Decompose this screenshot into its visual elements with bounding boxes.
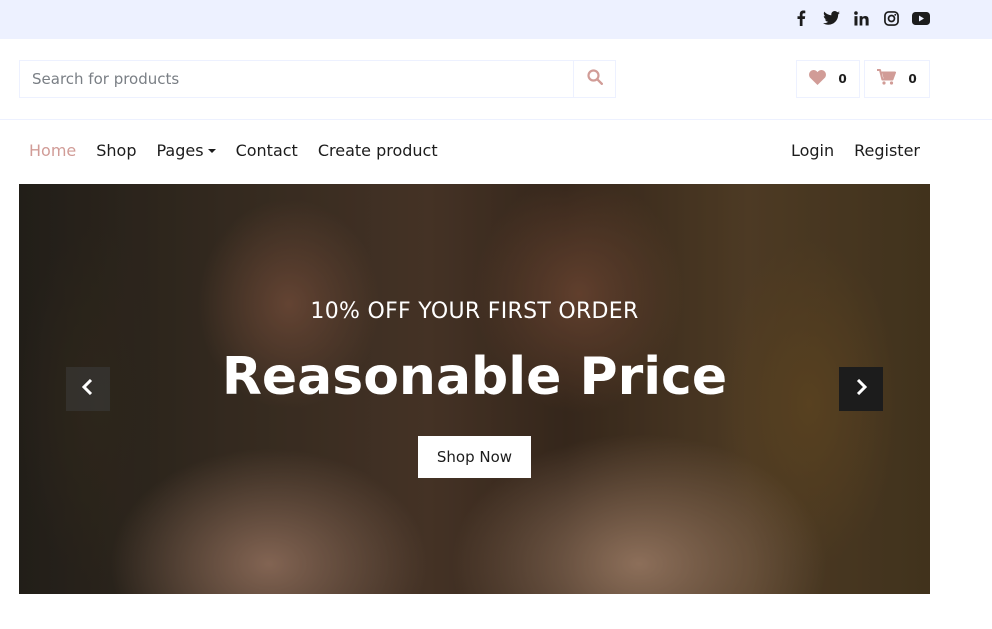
search-button[interactable] — [573, 61, 615, 97]
carousel-prev-button[interactable] — [66, 367, 110, 411]
search-bar — [19, 60, 616, 98]
chevron-right-icon — [855, 378, 868, 399]
chevron-left-icon — [81, 378, 94, 399]
caret-down-icon — [207, 148, 216, 153]
cart-icon — [877, 69, 897, 89]
top-bar — [0, 0, 992, 39]
twitter-icon[interactable] — [822, 9, 840, 27]
nav-item-pages-label: Pages — [156, 141, 204, 160]
nav-item-contact[interactable]: Contact — [236, 141, 298, 160]
header-divider — [0, 119, 992, 120]
nav-item-create-product[interactable]: Create product — [318, 141, 438, 160]
linkedin-icon[interactable] — [852, 9, 870, 27]
hero-carousel: 10% OFF YOUR FIRST ORDER Reasonable Pric… — [19, 184, 930, 594]
facebook-icon[interactable] — [792, 9, 810, 27]
cart-count: 0 — [908, 72, 917, 86]
shop-now-button[interactable]: Shop Now — [418, 436, 531, 478]
social-links — [792, 9, 930, 27]
instagram-icon[interactable] — [882, 9, 900, 27]
search-input[interactable] — [20, 61, 573, 97]
wishlist-button[interactable]: 0 — [796, 60, 860, 98]
wishlist-count: 0 — [838, 72, 847, 86]
main-nav: Home Shop Pages Contact Create product — [29, 141, 458, 160]
register-link[interactable]: Register — [854, 141, 920, 160]
youtube-icon[interactable] — [912, 9, 930, 27]
nav-item-shop[interactable]: Shop — [96, 141, 136, 160]
nav-item-home[interactable]: Home — [29, 141, 76, 160]
account-nav: Login Register — [771, 141, 920, 160]
nav-item-pages[interactable]: Pages — [157, 141, 216, 160]
search-icon — [586, 69, 603, 89]
hero-title: Reasonable Price — [221, 347, 728, 407]
login-link[interactable]: Login — [791, 141, 834, 160]
hero-subtitle: 10% OFF YOUR FIRST ORDER — [310, 299, 639, 324]
heart-icon — [809, 69, 827, 89]
carousel-next-button[interactable] — [839, 367, 883, 411]
cart-button[interactable]: 0 — [864, 60, 930, 98]
